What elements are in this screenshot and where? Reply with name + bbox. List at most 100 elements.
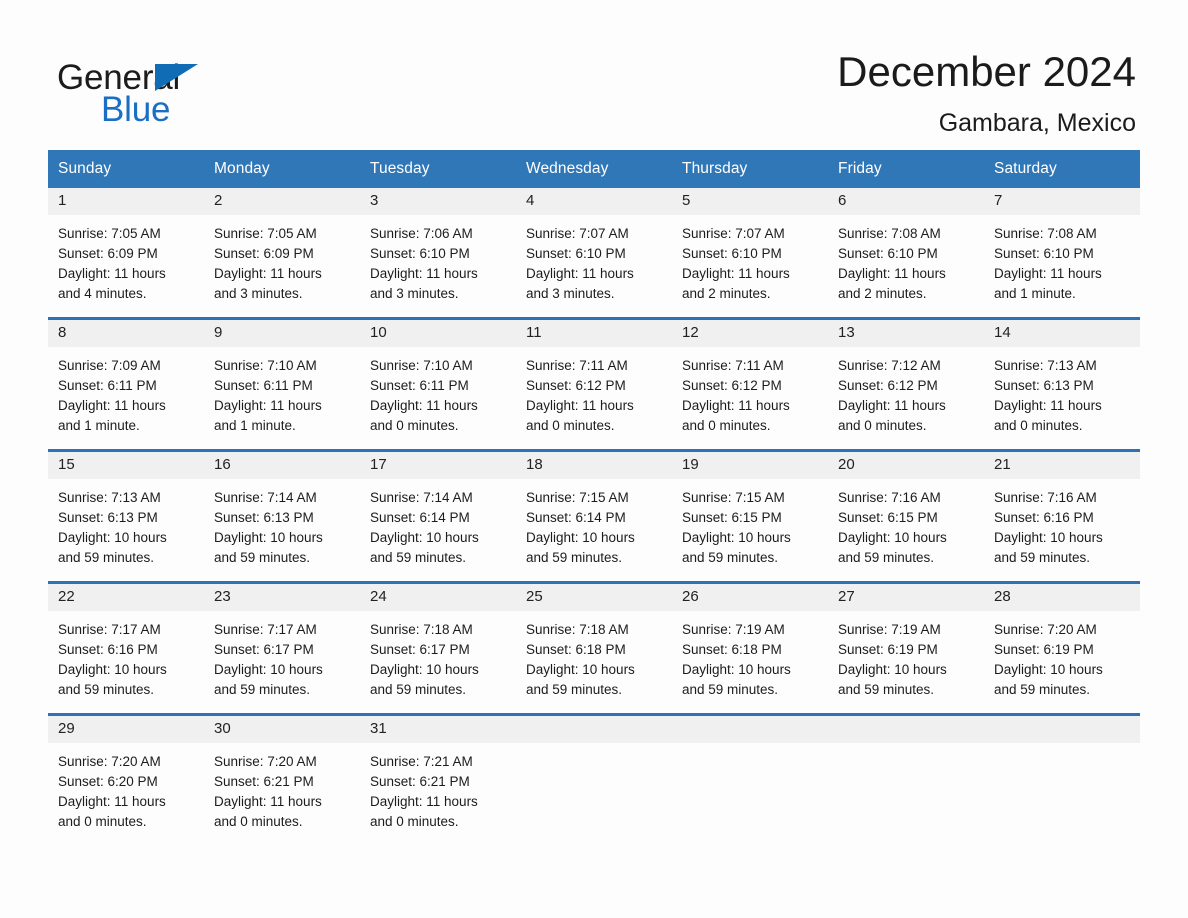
calendar-day-cell[interactable]: 19 Sunrise: 7:15 AM Sunset: 6:15 PM Dayligh… (672, 451, 828, 570)
day-sun-info: Sunrise: 7:20 AM Sunset: 6:19 PM Daylight:… (984, 611, 1140, 700)
sunrise-text: Sunrise: 7:20 AM (214, 753, 317, 769)
logo-triangle-icon (155, 64, 198, 91)
calendar-day-cell[interactable]: 6 Sunrise: 7:08 AM Sunset: 6:10 PM Daylight… (828, 187, 984, 306)
sunset-text: Sunset: 6:21 PM (370, 773, 470, 789)
calendar-day-cell[interactable]: 14 Sunrise: 7:13 AM Sunset: 6:13 PM Dayligh… (984, 319, 1140, 438)
day-number: 25 (516, 583, 672, 611)
daylight-text: Daylight: 11 hours and 1 minute. (58, 397, 166, 433)
sunrise-text: Sunrise: 7:08 AM (838, 225, 941, 241)
sunset-text: Sunset: 6:10 PM (526, 245, 626, 261)
calendar-day-cell[interactable]: 13 Sunrise: 7:12 AM Sunset: 6:12 PM Dayligh… (828, 319, 984, 438)
calendar-day-cell-empty (516, 715, 672, 834)
page-subtitle-location: Gambara, Mexico (938, 109, 1136, 138)
calendar-day-cell[interactable]: 29 Sunrise: 7:20 AM Sunset: 6:20 PM Dayligh… (48, 715, 204, 834)
calendar-day-cell-empty (984, 715, 1140, 834)
sunset-text: Sunset: 6:19 PM (994, 641, 1094, 657)
daylight-text: Daylight: 10 hours and 59 minutes. (838, 529, 947, 565)
day-sun-info: Sunrise: 7:15 AM Sunset: 6:15 PM Daylight:… (672, 479, 828, 568)
calendar-day-cell[interactable]: 25 Sunrise: 7:18 AM Sunset: 6:18 PM Dayligh… (516, 583, 672, 702)
calendar-grid: Sunday Monday Tuesday Wednesday Thursday… (48, 150, 1140, 834)
calendar-day-cell[interactable]: 9 Sunrise: 7:10 AM Sunset: 6:11 PM Daylight… (204, 319, 360, 438)
day-sun-info: Sunrise: 7:19 AM Sunset: 6:18 PM Daylight:… (672, 611, 828, 700)
calendar-day-cell[interactable]: 21 Sunrise: 7:16 AM Sunset: 6:16 PM Dayligh… (984, 451, 1140, 570)
calendar-day-cell[interactable]: 30 Sunrise: 7:20 AM Sunset: 6:21 PM Dayligh… (204, 715, 360, 834)
calendar-day-cell[interactable]: 23 Sunrise: 7:17 AM Sunset: 6:17 PM Dayligh… (204, 583, 360, 702)
calendar-day-cell[interactable]: 28 Sunrise: 7:20 AM Sunset: 6:19 PM Dayligh… (984, 583, 1140, 702)
calendar-day-cell[interactable]: 26 Sunrise: 7:19 AM Sunset: 6:18 PM Dayligh… (672, 583, 828, 702)
calendar-day-cell[interactable]: 24 Sunrise: 7:18 AM Sunset: 6:17 PM Dayligh… (360, 583, 516, 702)
calendar-week-row: 22 Sunrise: 7:17 AM Sunset: 6:16 PM Dayligh… (48, 580, 1140, 702)
sunrise-text: Sunrise: 7:15 AM (682, 489, 785, 505)
day-number: 19 (672, 451, 828, 479)
sunset-text: Sunset: 6:12 PM (526, 377, 626, 393)
calendar-day-cell[interactable]: 1 Sunrise: 7:05 AM Sunset: 6:09 PM Daylight… (48, 187, 204, 306)
daylight-text: Daylight: 11 hours and 0 minutes. (526, 397, 634, 433)
weekday-header-saturday: Saturday (994, 160, 1057, 177)
day-sun-info: Sunrise: 7:16 AM Sunset: 6:16 PM Daylight:… (984, 479, 1140, 568)
daylight-text: Daylight: 11 hours and 0 minutes. (214, 793, 322, 829)
day-number: 29 (48, 715, 204, 743)
title-block: December 2024 Gambara, Mexico (837, 48, 1136, 138)
calendar-day-cell[interactable]: 8 Sunrise: 7:09 AM Sunset: 6:11 PM Daylight… (48, 319, 204, 438)
day-number: 10 (360, 319, 516, 347)
day-number: 21 (984, 451, 1140, 479)
calendar-day-cell[interactable]: 27 Sunrise: 7:19 AM Sunset: 6:19 PM Dayligh… (828, 583, 984, 702)
sunrise-text: Sunrise: 7:13 AM (994, 357, 1097, 373)
day-number: 5 (672, 187, 828, 215)
daylight-text: Daylight: 10 hours and 59 minutes. (370, 661, 479, 697)
day-sun-info: Sunrise: 7:10 AM Sunset: 6:11 PM Daylight:… (360, 347, 516, 436)
calendar-day-cell[interactable]: 3 Sunrise: 7:06 AM Sunset: 6:10 PM Daylight… (360, 187, 516, 306)
calendar-day-cell[interactable]: 22 Sunrise: 7:17 AM Sunset: 6:16 PM Dayligh… (48, 583, 204, 702)
daylight-text: Daylight: 11 hours and 0 minutes. (370, 397, 478, 433)
daylight-text: Daylight: 10 hours and 59 minutes. (214, 661, 323, 697)
sunrise-text: Sunrise: 7:05 AM (58, 225, 161, 241)
calendar-day-cell[interactable]: 12 Sunrise: 7:11 AM Sunset: 6:12 PM Dayligh… (672, 319, 828, 438)
calendar-day-cell[interactable]: 2 Sunrise: 7:05 AM Sunset: 6:09 PM Daylight… (204, 187, 360, 306)
day-number (984, 715, 1140, 743)
sunrise-text: Sunrise: 7:07 AM (526, 225, 629, 241)
daylight-text: Daylight: 10 hours and 59 minutes. (58, 661, 167, 697)
daylight-text: Daylight: 10 hours and 59 minutes. (526, 529, 635, 565)
calendar-day-cell[interactable]: 17 Sunrise: 7:14 AM Sunset: 6:14 PM Dayligh… (360, 451, 516, 570)
calendar-day-cell-empty (672, 715, 828, 834)
sunrise-text: Sunrise: 7:21 AM (370, 753, 473, 769)
day-sun-info: Sunrise: 7:13 AM Sunset: 6:13 PM Daylight:… (48, 479, 204, 568)
sunrise-text: Sunrise: 7:16 AM (994, 489, 1097, 505)
calendar-day-cell[interactable]: 4 Sunrise: 7:07 AM Sunset: 6:10 PM Daylight… (516, 187, 672, 306)
sunset-text: Sunset: 6:14 PM (370, 509, 470, 525)
day-sun-info: Sunrise: 7:21 AM Sunset: 6:21 PM Daylight:… (360, 743, 516, 832)
sunset-text: Sunset: 6:10 PM (994, 245, 1094, 261)
sunrise-text: Sunrise: 7:15 AM (526, 489, 629, 505)
sunset-text: Sunset: 6:19 PM (838, 641, 938, 657)
day-sun-info: Sunrise: 7:14 AM Sunset: 6:14 PM Daylight:… (360, 479, 516, 568)
daylight-text: Daylight: 11 hours and 0 minutes. (994, 397, 1102, 433)
calendar-day-cell[interactable]: 11 Sunrise: 7:11 AM Sunset: 6:12 PM Dayligh… (516, 319, 672, 438)
calendar-day-cell[interactable]: 31 Sunrise: 7:21 AM Sunset: 6:21 PM Dayligh… (360, 715, 516, 834)
calendar-day-cell[interactable]: 15 Sunrise: 7:13 AM Sunset: 6:13 PM Dayligh… (48, 451, 204, 570)
day-number: 4 (516, 187, 672, 215)
day-number: 26 (672, 583, 828, 611)
day-number: 15 (48, 451, 204, 479)
calendar-day-cell[interactable]: 7 Sunrise: 7:08 AM Sunset: 6:10 PM Daylight… (984, 187, 1140, 306)
day-sun-info: Sunrise: 7:13 AM Sunset: 6:13 PM Daylight:… (984, 347, 1140, 436)
sunrise-text: Sunrise: 7:19 AM (838, 621, 941, 637)
day-number (516, 715, 672, 743)
sunset-text: Sunset: 6:09 PM (58, 245, 158, 261)
sunrise-text: Sunrise: 7:20 AM (58, 753, 161, 769)
sunset-text: Sunset: 6:11 PM (214, 377, 313, 393)
sunset-text: Sunset: 6:17 PM (370, 641, 470, 657)
calendar-day-cell[interactable]: 18 Sunrise: 7:15 AM Sunset: 6:14 PM Dayligh… (516, 451, 672, 570)
sunset-text: Sunset: 6:18 PM (526, 641, 626, 657)
weekday-header-friday: Friday (838, 160, 882, 177)
sunrise-text: Sunrise: 7:13 AM (58, 489, 161, 505)
sunrise-text: Sunrise: 7:06 AM (370, 225, 473, 241)
calendar-day-cell[interactable]: 16 Sunrise: 7:14 AM Sunset: 6:13 PM Dayligh… (204, 451, 360, 570)
daylight-text: Daylight: 11 hours and 2 minutes. (682, 265, 790, 301)
calendar-day-cell[interactable]: 20 Sunrise: 7:16 AM Sunset: 6:15 PM Dayligh… (828, 451, 984, 570)
calendar-week-row: 8 Sunrise: 7:09 AM Sunset: 6:11 PM Daylight… (48, 316, 1140, 438)
daylight-text: Daylight: 11 hours and 2 minutes. (838, 265, 946, 301)
calendar-day-cell[interactable]: 5 Sunrise: 7:07 AM Sunset: 6:10 PM Daylight… (672, 187, 828, 306)
weekday-header-tuesday: Tuesday (370, 160, 430, 177)
calendar-week-row: 15 Sunrise: 7:13 AM Sunset: 6:13 PM Dayligh… (48, 448, 1140, 570)
calendar-day-cell[interactable]: 10 Sunrise: 7:10 AM Sunset: 6:11 PM Dayligh… (360, 319, 516, 438)
